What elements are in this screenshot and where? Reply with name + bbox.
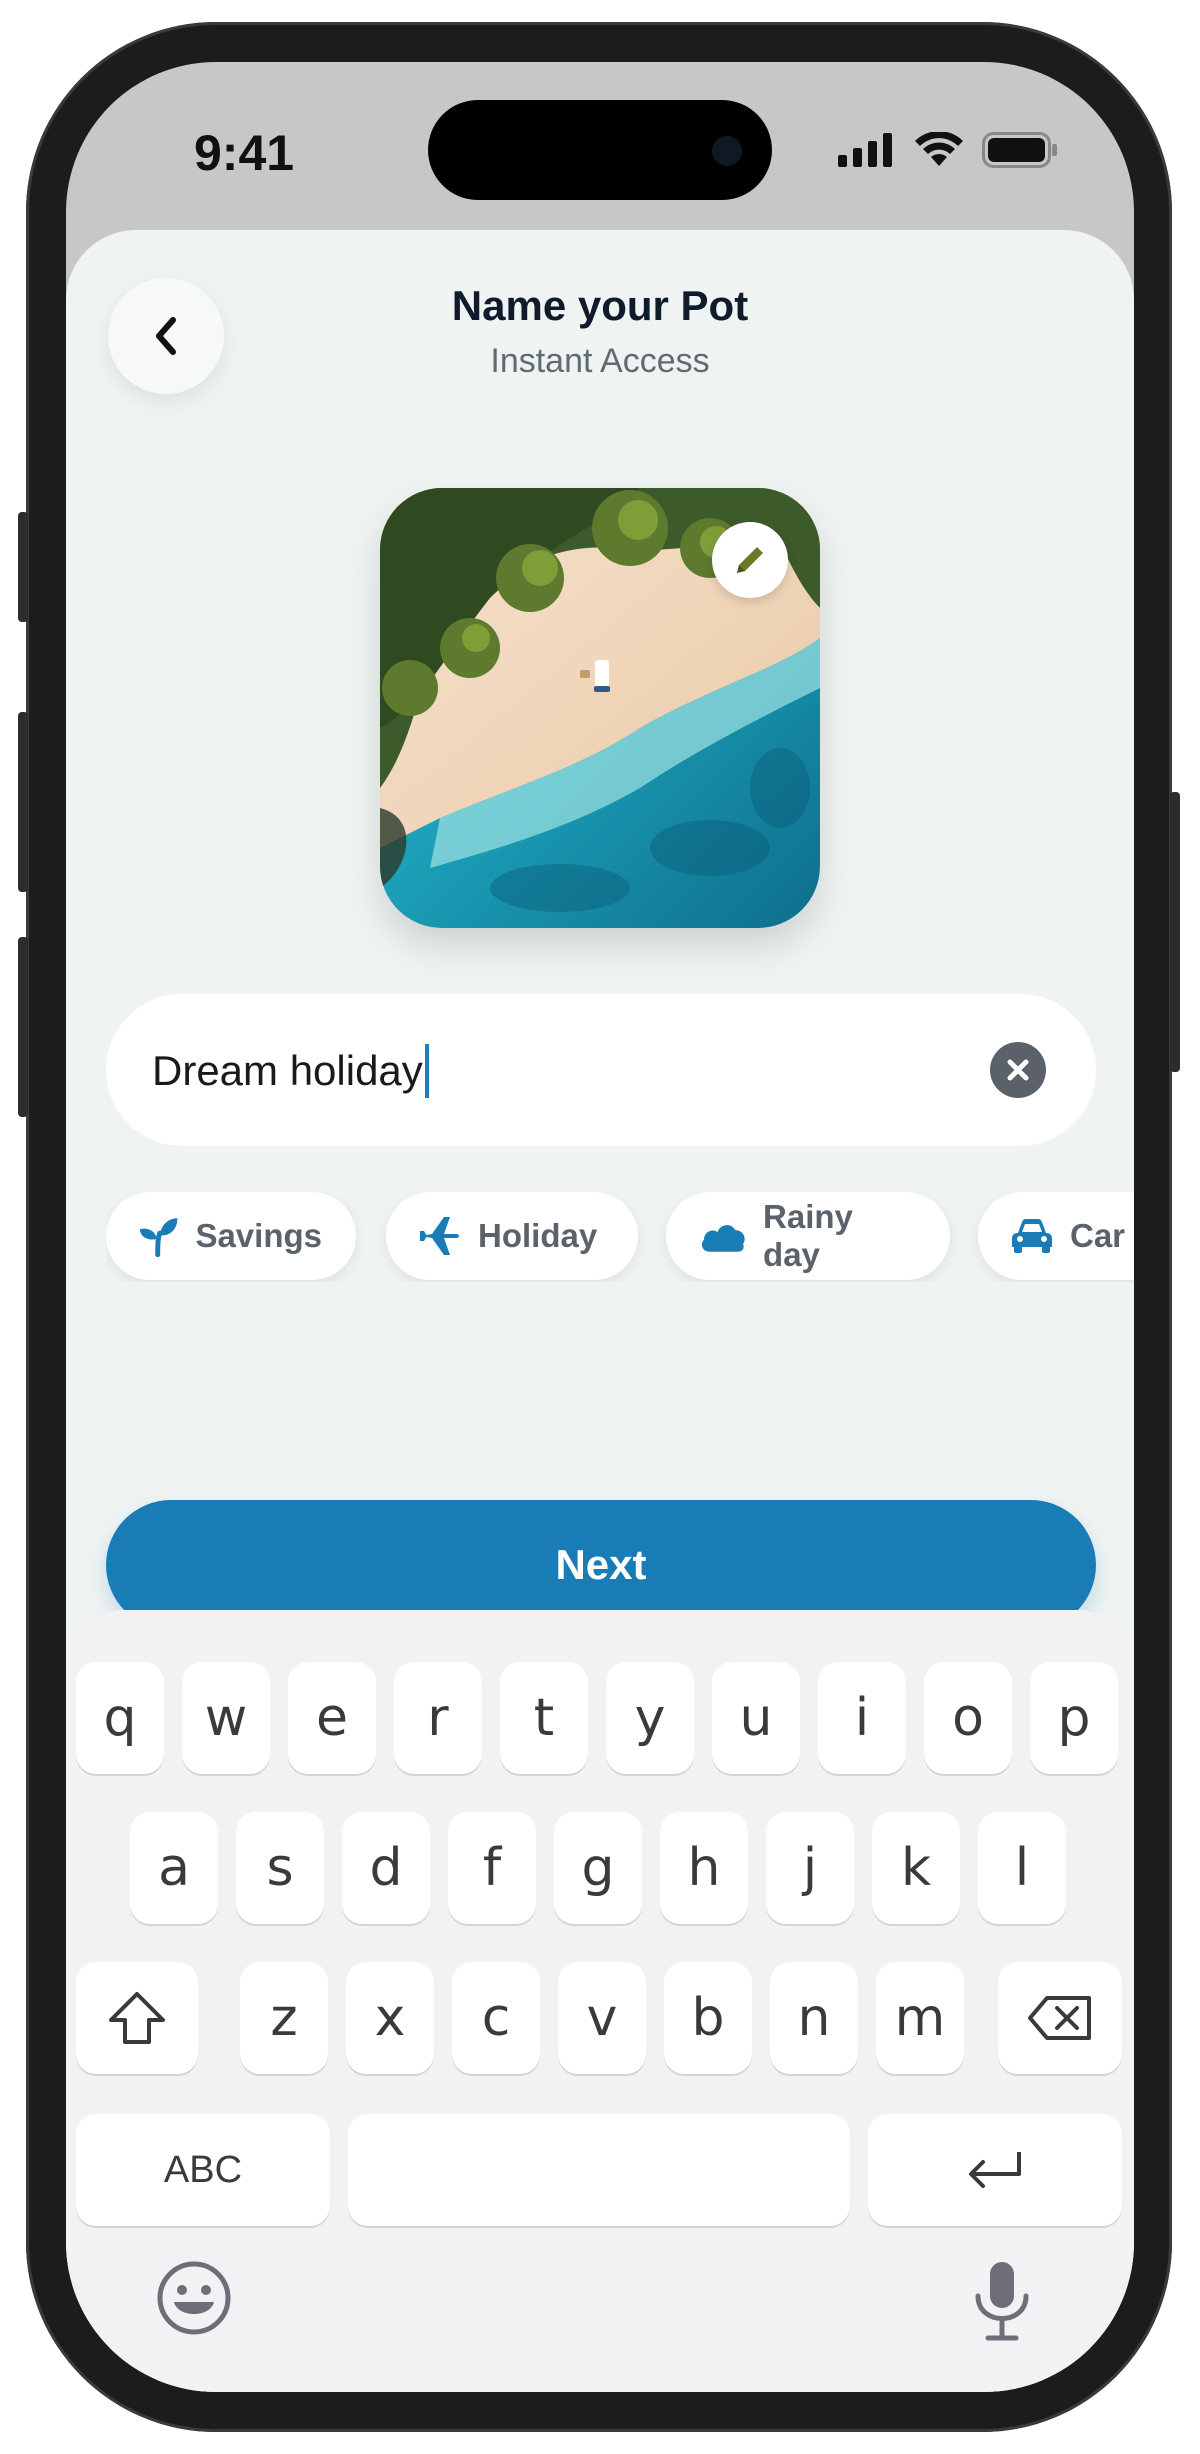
key-h[interactable]: h [660, 1812, 748, 1924]
chip-label: Holiday [478, 1217, 598, 1254]
key-i[interactable]: i [818, 1662, 906, 1774]
key-k[interactable]: k [872, 1812, 960, 1924]
key-r[interactable]: r [394, 1662, 482, 1774]
shift-key[interactable] [76, 1962, 198, 2074]
status-icons [838, 132, 1058, 168]
key-p[interactable]: p [1030, 1662, 1118, 1774]
key-m[interactable]: m [876, 1962, 964, 2074]
text-caret [424, 1044, 429, 1098]
key-o[interactable]: o [924, 1662, 1012, 1774]
key-x[interactable]: x [346, 1962, 434, 2074]
volume-up-button [18, 712, 28, 892]
key-a[interactable]: a [130, 1812, 218, 1924]
page-subtitle: Instant Access [490, 342, 710, 380]
microphone-icon[interactable] [972, 2260, 1032, 2342]
battery-icon [982, 132, 1057, 168]
action-button [18, 512, 28, 622]
chip-savings[interactable]: Savings [106, 1192, 356, 1280]
key-n[interactable]: n [770, 1962, 858, 2074]
key-t[interactable]: t [500, 1662, 588, 1774]
car-icon [1012, 1219, 1052, 1253]
chip-rainy-day[interactable]: Rainy day [666, 1192, 950, 1280]
pencil-icon [737, 547, 763, 573]
key-s[interactable]: s [236, 1812, 324, 1924]
name-pot-sheet: Name your Pot Instant Access Dream holid… [66, 230, 1134, 2392]
return-key[interactable] [868, 2114, 1122, 2226]
cloud-icon [701, 1225, 745, 1252]
page-title: Name your Pot [451, 282, 749, 329]
delete-key[interactable] [998, 1962, 1122, 2074]
abc-key[interactable]: ABC [76, 2114, 330, 2226]
key-w[interactable]: w [182, 1662, 270, 1774]
chip-label: Rainy day [763, 1198, 853, 1273]
key-z[interactable]: z [240, 1962, 328, 2074]
camera-icon [712, 136, 742, 166]
cellular-signal-icon [838, 133, 892, 167]
chip-holiday[interactable]: Holiday [386, 1192, 638, 1280]
chip-label: Car [1070, 1217, 1126, 1254]
backspace-icon [1028, 1996, 1091, 2040]
key-e[interactable]: e [288, 1662, 376, 1774]
wifi-icon [915, 132, 963, 166]
key-f[interactable]: f [448, 1812, 536, 1924]
screen: 9:41 Name your Pot Instant Access Dream … [66, 62, 1134, 2392]
key-u[interactable]: u [712, 1662, 800, 1774]
pot-name-value: Dream holiday [152, 1047, 423, 1094]
emoji-icon[interactable] [156, 2260, 232, 2336]
close-icon [1007, 1059, 1029, 1081]
return-icon [969, 2152, 1021, 2188]
chip-car[interactable]: Car [978, 1192, 1134, 1280]
airplane-icon [420, 1217, 459, 1255]
keyboard: q w e r t y u i o p a s d f g h j k l z [66, 1610, 1134, 2392]
key-d[interactable]: d [342, 1812, 430, 1924]
edit-image-button[interactable] [712, 522, 788, 598]
status-time: 9:41 [194, 125, 295, 181]
status-bar: 9:41 [66, 62, 1134, 232]
space-key[interactable] [348, 2114, 850, 2226]
clear-text-button[interactable] [990, 1042, 1046, 1098]
sprout-icon [139, 1218, 178, 1257]
pot-name-input[interactable]: Dream holiday [152, 1044, 429, 1098]
key-j[interactable]: j [766, 1812, 854, 1924]
key-g[interactable]: g [554, 1812, 642, 1924]
key-v[interactable]: v [558, 1962, 646, 2074]
pot-name-field[interactable]: Dream holiday [106, 994, 1096, 1146]
key-c[interactable]: c [452, 1962, 540, 2074]
key-y[interactable]: y [606, 1662, 694, 1774]
suggestion-chips: Savings Holiday Rainy day Car [106, 1192, 1134, 1282]
volume-down-button [18, 937, 28, 1117]
chip-label: Savings [195, 1217, 322, 1254]
power-button [1170, 792, 1180, 1072]
shift-icon [109, 1992, 165, 2044]
dynamic-island [428, 100, 772, 200]
key-q[interactable]: q [76, 1662, 164, 1774]
key-l[interactable]: l [978, 1812, 1066, 1924]
key-b[interactable]: b [664, 1962, 752, 2074]
